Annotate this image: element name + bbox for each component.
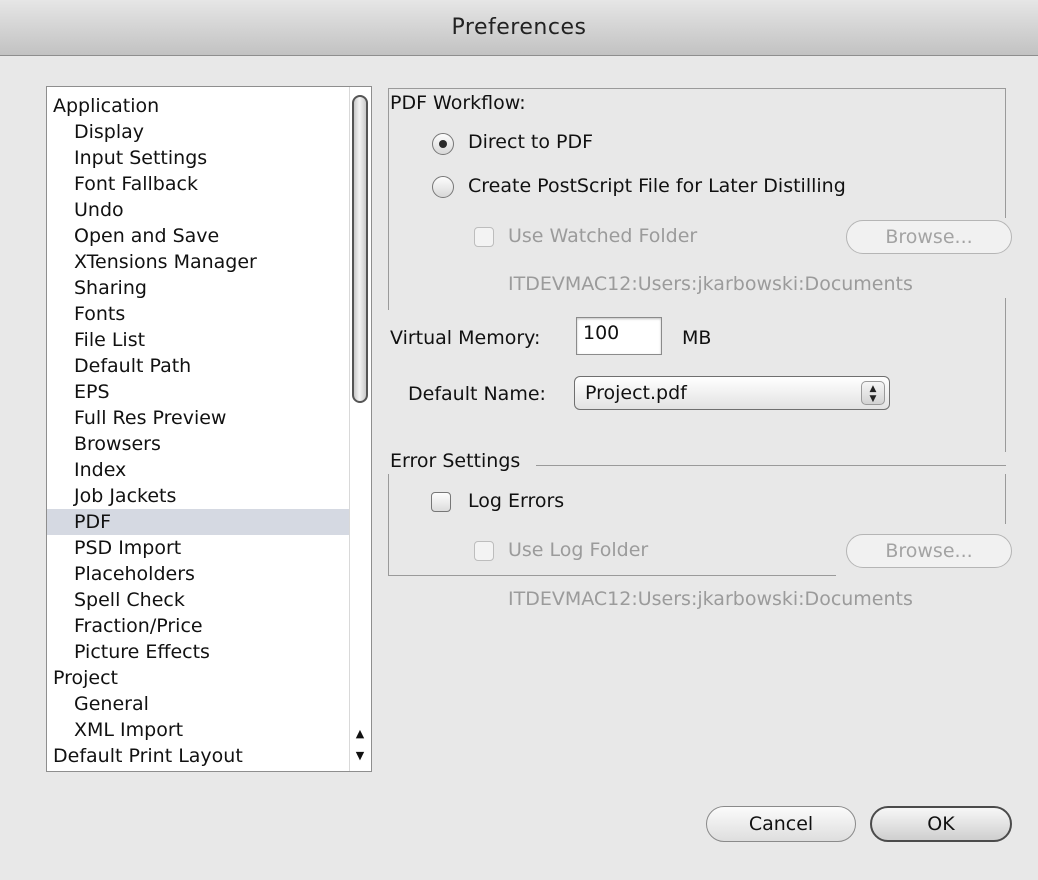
use-log-folder-checkbox[interactable] bbox=[474, 541, 494, 561]
sidebar-item-general[interactable]: General bbox=[47, 691, 351, 717]
sidebar-item-xtensions-manager[interactable]: XTensions Manager bbox=[47, 249, 351, 275]
sidebar-item-xml-import[interactable]: XML Import bbox=[47, 717, 351, 743]
sidebar-item-eps[interactable]: EPS bbox=[47, 379, 351, 405]
direct-to-pdf-label[interactable]: Direct to PDF bbox=[468, 131, 593, 153]
use-watched-folder-checkbox[interactable] bbox=[474, 227, 494, 247]
sidebar-item-full-res-preview[interactable]: Full Res Preview bbox=[47, 405, 351, 431]
cancel-button[interactable]: Cancel bbox=[706, 806, 856, 842]
sidebar-item-spell-check[interactable]: Spell Check bbox=[47, 587, 351, 613]
log-folder-path: ITDEVMAC12:Users:jkarbowski:Documents bbox=[508, 588, 913, 610]
log-errors-label[interactable]: Log Errors bbox=[468, 490, 564, 512]
pdf-workflow-box-top bbox=[388, 88, 1006, 89]
sidebar-item-file-list[interactable]: File List bbox=[47, 327, 351, 353]
virtual-memory-label: Virtual Memory: bbox=[390, 327, 541, 349]
sidebar-item-pdf[interactable]: PDF bbox=[47, 509, 351, 535]
scroll-down-arrow-icon[interactable]: ▼ bbox=[350, 745, 370, 767]
sidebar-item-fraction-price[interactable]: Fraction/Price bbox=[47, 613, 351, 639]
sidebar-item-default-path[interactable]: Default Path bbox=[47, 353, 351, 379]
sidebar-item-default-print-layout[interactable]: Default Print Layout bbox=[47, 743, 351, 769]
sidebar-item-project[interactable]: Project bbox=[47, 665, 351, 691]
preferences-category-list[interactable]: Application Display Input Settings Font Fal… bbox=[46, 86, 372, 772]
direct-to-pdf-radio[interactable] bbox=[432, 133, 454, 155]
sidebar-item-application[interactable]: Application bbox=[47, 93, 351, 119]
use-watched-folder-label[interactable]: Use Watched Folder bbox=[508, 225, 697, 247]
default-name-select[interactable]: Project.pdf ▲ ▼ bbox=[574, 376, 890, 410]
window-title: Preferences bbox=[451, 15, 587, 40]
sidebar-item-input-settings[interactable]: Input Settings bbox=[47, 145, 351, 171]
pdf-workflow-box-right-lower bbox=[1005, 298, 1006, 452]
sidebar-item-fonts[interactable]: Fonts bbox=[47, 301, 351, 327]
error-settings-heading: Error Settings bbox=[390, 450, 521, 472]
watched-folder-browse-button[interactable]: Browse... bbox=[846, 220, 1012, 254]
sidebar-item-psd-import[interactable]: PSD Import bbox=[47, 535, 351, 561]
preferences-window: Preferences Application Display Input Sett… bbox=[0, 0, 1038, 880]
error-settings-box-left bbox=[388, 474, 389, 576]
error-settings-box-right bbox=[1005, 474, 1006, 524]
category-items: Application Display Input Settings Font Fal… bbox=[47, 93, 351, 769]
pdf-workflow-heading: PDF Workflow: bbox=[390, 92, 526, 114]
watched-folder-path: ITDEVMAC12:Users:jkarbowski:Documents bbox=[508, 273, 913, 295]
sidebar-item-font-fallback[interactable]: Font Fallback bbox=[47, 171, 351, 197]
pdf-workflow-box-left bbox=[388, 88, 389, 310]
log-errors-checkbox[interactable] bbox=[431, 492, 451, 512]
sidebar-item-open-and-save[interactable]: Open and Save bbox=[47, 223, 351, 249]
default-name-label: Default Name: bbox=[408, 383, 546, 405]
sidebar-item-display[interactable]: Display bbox=[47, 119, 351, 145]
list-scrollbar[interactable]: ▲ ▼ bbox=[349, 87, 371, 771]
virtual-memory-input[interactable]: 100 bbox=[576, 317, 662, 355]
scroll-up-arrow-icon[interactable]: ▲ bbox=[350, 723, 370, 745]
default-name-value: Project.pdf bbox=[585, 382, 687, 404]
sidebar-item-sharing[interactable]: Sharing bbox=[47, 275, 351, 301]
sidebar-item-index[interactable]: Index bbox=[47, 457, 351, 483]
title-bar: Preferences bbox=[0, 0, 1038, 56]
sidebar-item-undo[interactable]: Undo bbox=[47, 197, 351, 223]
virtual-memory-unit: MB bbox=[682, 327, 712, 349]
select-arrows-icon: ▲ ▼ bbox=[861, 381, 885, 405]
create-postscript-radio[interactable] bbox=[432, 176, 454, 198]
ok-button[interactable]: OK bbox=[870, 806, 1012, 842]
scroll-thumb[interactable] bbox=[352, 95, 368, 403]
log-folder-browse-button[interactable]: Browse... bbox=[846, 534, 1012, 568]
sidebar-item-job-jackets[interactable]: Job Jackets bbox=[47, 483, 351, 509]
error-settings-box-bottom bbox=[388, 575, 836, 576]
error-settings-box-top bbox=[536, 465, 1006, 466]
sidebar-item-placeholders[interactable]: Placeholders bbox=[47, 561, 351, 587]
sidebar-item-browsers[interactable]: Browsers bbox=[47, 431, 351, 457]
use-log-folder-label[interactable]: Use Log Folder bbox=[508, 539, 648, 561]
create-postscript-label[interactable]: Create PostScript File for Later Distill… bbox=[468, 175, 846, 197]
sidebar-item-picture-effects[interactable]: Picture Effects bbox=[47, 639, 351, 665]
pdf-workflow-box-right-upper bbox=[1005, 88, 1006, 218]
